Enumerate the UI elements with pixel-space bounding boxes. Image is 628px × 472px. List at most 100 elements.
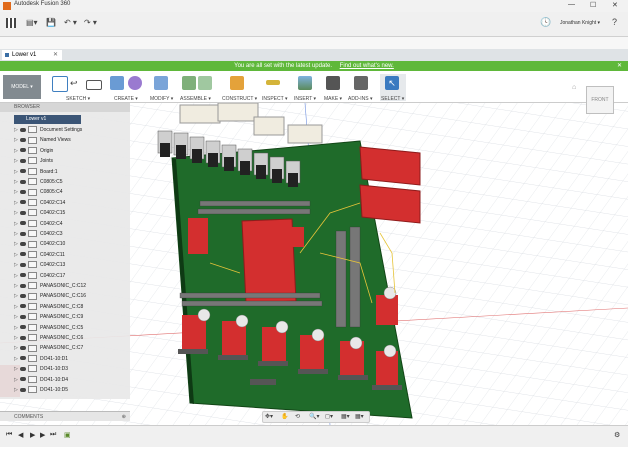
expand-arrow-icon[interactable]: ▷ bbox=[14, 302, 20, 312]
offset-plane-icon[interactable] bbox=[230, 76, 244, 90]
timeline-forward-button[interactable]: ▶ bbox=[40, 431, 45, 439]
browser-tree-item[interactable]: ▷ PANASONIC_C:C16 bbox=[14, 291, 86, 301]
visibility-eye-icon[interactable] bbox=[20, 127, 26, 132]
fit-icon[interactable]: 🔍▾ bbox=[309, 413, 319, 420]
insert-image-icon[interactable] bbox=[298, 76, 312, 90]
visibility-eye-icon[interactable] bbox=[20, 346, 26, 351]
browser-tree-item[interactable]: ▷ Origin bbox=[14, 146, 53, 156]
browser-tree-item[interactable]: ▷ DO41-10:D3 bbox=[14, 364, 68, 374]
browser-tree-item[interactable]: ▷ PANASONIC_C:C12 bbox=[14, 281, 86, 291]
browser-tree-item[interactable]: ▷ C0402:C17 bbox=[14, 271, 65, 281]
minimize-button[interactable]: — bbox=[568, 1, 575, 8]
browser-tree-item[interactable]: ▷ C0402:C13 bbox=[14, 260, 65, 270]
visibility-eye-icon[interactable] bbox=[20, 200, 26, 205]
new-component-icon[interactable] bbox=[182, 76, 196, 90]
tab-lower-v1[interactable]: Lower v1 ✕ bbox=[2, 50, 62, 60]
visibility-eye-icon[interactable] bbox=[20, 314, 26, 319]
browser-tree-item[interactable]: ▷ DO41-10:D4 bbox=[14, 375, 68, 385]
insert-group[interactable]: INSERT ▾ bbox=[294, 74, 318, 102]
timeline-feature-icon[interactable]: ▣ bbox=[64, 431, 71, 439]
orbit-icon[interactable]: ✥▾ bbox=[265, 413, 273, 420]
job-status-clock-icon[interactable]: 🕓 bbox=[540, 17, 551, 28]
browser-tree-item[interactable]: ▷ PANASONIC_C:C6 bbox=[14, 333, 83, 343]
create-sketch-icon[interactable] bbox=[52, 76, 68, 92]
browser-tree-item[interactable]: ▷ PANASONIC_C:C8 bbox=[14, 302, 83, 312]
pan-icon[interactable]: ✋ bbox=[281, 413, 288, 420]
visibility-eye-icon[interactable] bbox=[20, 294, 26, 299]
browser-tree-item[interactable]: ▷ C0402:C14 bbox=[14, 198, 65, 208]
create-group[interactable]: CREATE ▾ bbox=[108, 74, 148, 102]
visibility-eye-icon[interactable] bbox=[20, 283, 26, 288]
help-button[interactable]: ? bbox=[612, 17, 617, 27]
viewports-icon[interactable]: ▦▾ bbox=[355, 413, 364, 420]
expand-arrow-icon[interactable]: ▷ bbox=[14, 198, 20, 208]
grid-settings-icon[interactable]: ▦▾ bbox=[341, 413, 350, 420]
browser-tree-item[interactable]: ▷ C0402:C3 bbox=[14, 229, 63, 239]
visibility-eye-icon[interactable] bbox=[20, 335, 26, 340]
rectangle-icon[interactable] bbox=[86, 80, 102, 90]
visibility-eye-icon[interactable] bbox=[20, 190, 26, 195]
modify-group[interactable]: MODIFY ▾ bbox=[150, 74, 174, 102]
visibility-eye-icon[interactable] bbox=[20, 366, 26, 371]
browser-tree-item[interactable]: ▷ PANASONIC_C:C5 bbox=[14, 323, 83, 333]
visibility-eye-icon[interactable] bbox=[20, 377, 26, 382]
visibility-eye-icon[interactable] bbox=[20, 179, 26, 184]
comments-panel[interactable]: COMMENTS ⊕ bbox=[0, 411, 130, 421]
browser-header[interactable]: BROWSER bbox=[0, 103, 130, 112]
timeline-back-button[interactable]: ◀ bbox=[18, 431, 23, 439]
browser-tree-item[interactable]: ▷ C0805:C4 bbox=[14, 187, 63, 197]
visibility-eye-icon[interactable] bbox=[20, 273, 26, 278]
undo-button[interactable]: ↶ ▾ bbox=[64, 18, 77, 27]
expand-arrow-icon[interactable]: ▷ bbox=[14, 146, 20, 156]
file-menu-icon[interactable]: ▤▾ bbox=[26, 18, 38, 27]
tab-close-button[interactable]: ✕ bbox=[53, 50, 58, 60]
timeline-settings-icon[interactable]: ⚙ bbox=[614, 431, 620, 439]
select-cursor-icon[interactable]: ↖ bbox=[385, 76, 399, 90]
browser-tree-item[interactable]: ▷ Board:1 bbox=[14, 167, 58, 177]
visibility-eye-icon[interactable] bbox=[20, 158, 26, 163]
make-group[interactable]: MAKE ▾ bbox=[322, 74, 346, 102]
visibility-eye-icon[interactable] bbox=[20, 138, 26, 143]
browser-tree-item[interactable]: ▷ Named Views bbox=[14, 135, 71, 145]
visibility-eye-icon[interactable] bbox=[20, 221, 26, 226]
browser-tree-item[interactable]: ▷ PANASONIC_C:C9 bbox=[14, 312, 83, 322]
tree-root-component[interactable]: Lower v1 bbox=[14, 115, 81, 124]
redo-button[interactable]: ↷ ▾ bbox=[84, 18, 97, 27]
workspace-switcher[interactable]: MODEL ▾ bbox=[3, 75, 41, 99]
visibility-eye-icon[interactable] bbox=[20, 231, 26, 236]
expand-arrow-icon[interactable]: ▷ bbox=[14, 250, 20, 260]
scripts-addins-icon[interactable] bbox=[354, 76, 368, 90]
visibility-eye-icon[interactable] bbox=[20, 169, 26, 174]
browser-tree-item[interactable]: ▷ DO41-10:D5 bbox=[14, 385, 68, 395]
timeline-play-button[interactable]: ▶ bbox=[30, 431, 35, 439]
browser-tree-item[interactable]: ▷ Document Settings bbox=[14, 125, 82, 135]
timeline-start-button[interactable]: ⏮ bbox=[6, 431, 12, 439]
timeline-end-button[interactable]: ⏭ bbox=[50, 431, 56, 439]
close-window-button[interactable]: ✕ bbox=[612, 1, 618, 9]
visibility-eye-icon[interactable] bbox=[20, 325, 26, 330]
maximize-button[interactable]: ☐ bbox=[590, 1, 596, 9]
data-panel-grid-icon[interactable] bbox=[6, 18, 16, 28]
sketch-group[interactable]: ↩ SKETCH ▾ bbox=[50, 74, 102, 102]
browser-tree-item[interactable]: ▷ PANASONIC_C:C7 bbox=[14, 343, 83, 353]
construct-group[interactable]: CONSTRUCT ▾ bbox=[222, 74, 257, 102]
joint-icon[interactable] bbox=[198, 76, 212, 90]
visibility-eye-icon[interactable] bbox=[20, 242, 26, 247]
measure-icon[interactable] bbox=[266, 80, 280, 85]
browser-tree-item[interactable]: ▷ C0402:C4 bbox=[14, 219, 63, 229]
press-pull-icon[interactable] bbox=[154, 76, 168, 90]
assemble-group[interactable]: ASSEMBLE ▾ bbox=[180, 74, 214, 102]
comments-add-icon[interactable]: ⊕ bbox=[122, 412, 126, 422]
inspect-group[interactable]: INSPECT ▾ bbox=[262, 74, 287, 102]
banner-close-button[interactable]: ✕ bbox=[617, 61, 622, 71]
visibility-eye-icon[interactable] bbox=[20, 210, 26, 215]
zoom-window-icon[interactable]: ⟲ bbox=[295, 413, 300, 420]
select-group[interactable]: ↖ SELECT ▾ bbox=[380, 74, 406, 102]
line-icon[interactable]: ↩ bbox=[70, 76, 84, 90]
browser-tree-item[interactable]: ▷ C0402:C15 bbox=[14, 208, 65, 218]
visibility-eye-icon[interactable] bbox=[20, 252, 26, 257]
3d-print-icon[interactable] bbox=[326, 76, 340, 90]
expand-arrow-icon[interactable]: ▷ bbox=[14, 354, 20, 364]
save-icon[interactable]: 💾 bbox=[46, 18, 56, 27]
browser-tree-item[interactable]: ▷ Joints bbox=[14, 156, 53, 166]
